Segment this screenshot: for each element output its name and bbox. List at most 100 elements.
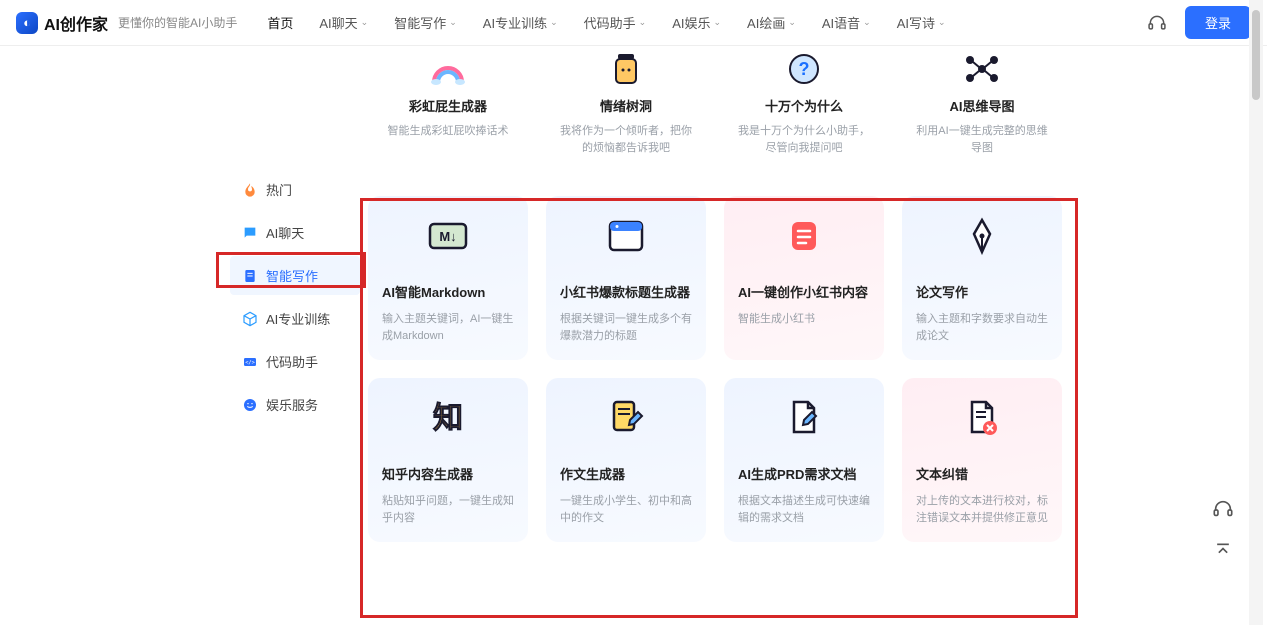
content: 彩虹屁生成器智能生成彩虹屁吹捧话术情绪树洞我将作为一个倾听者，把你的烦恼都告诉我… [368, 46, 1068, 542]
nav-item-3[interactable]: AI专业训练⌄ [483, 13, 558, 32]
doc-icon [242, 268, 258, 284]
top-card-3[interactable]: AI思维导图利用AI一键生成完整的思维导图 [902, 46, 1062, 176]
chat-icon [242, 225, 258, 241]
top-cards-row: 彩虹屁生成器智能生成彩虹屁吹捧话术情绪树洞我将作为一个倾听者，把你的烦恼都告诉我… [368, 46, 1068, 176]
nav-item-label: AI绘画 [747, 13, 785, 32]
card-title: 知乎内容生成器 [382, 464, 514, 483]
header: ◐ AI创作家 更懂你的智能AI小助手 首页AI聊天⌄智能写作⌄AI专业训练⌄代… [0, 0, 1267, 46]
card-desc: 利用AI一键生成完整的思维导图 [912, 123, 1052, 156]
card-title: 十万个为什么 [734, 96, 874, 115]
rainbow-icon [378, 52, 518, 86]
question-icon: ? [734, 52, 874, 86]
nav-item-7[interactable]: AI语音⌄ [822, 13, 871, 32]
logo-icon: ◐ [16, 12, 38, 34]
tool-card-0[interactable]: M↓ AI智能Markdown 输入主题关键词，AI一键生成Markdown [368, 196, 528, 360]
card-title: AI一键创作小红书内容 [738, 282, 870, 301]
card-desc: 对上传的文本进行校对，标注错误文本并提供修正意见 [916, 493, 1048, 526]
card-desc: 智能生成小红书 [738, 311, 870, 328]
card-desc: 我将作为一个倾听者，把你的烦恼都告诉我吧 [556, 123, 696, 156]
tool-card-5[interactable]: 作文生成器一键生成小学生、初中和高中的作文 [546, 378, 706, 542]
nav-item-2[interactable]: 智能写作⌄ [394, 13, 457, 32]
nav-item-1[interactable]: AI聊天 ⌄ [319, 13, 368, 32]
vertical-scrollbar[interactable] [1249, 0, 1263, 625]
sidebar-item-3[interactable]: AI专业训练 [230, 299, 360, 338]
sidebar-item-5[interactable]: 娱乐服务 [230, 385, 360, 424]
nav-item-0[interactable]: 首页 [267, 13, 293, 32]
top-card-0[interactable]: 彩虹屁生成器智能生成彩虹屁吹捧话术 [368, 46, 528, 176]
tool-card-6[interactable]: AI生成PRD需求文档根据文本描述生成可快速编辑的需求文档 [724, 378, 884, 542]
card-desc: 根据文本描述生成可快速编辑的需求文档 [738, 493, 870, 526]
svg-text:?: ? [799, 59, 810, 79]
tool-card-4[interactable]: 知知乎内容生成器粘贴知乎问题，一键生成知乎内容 [368, 378, 528, 542]
sidebar-item-label: 代码助手 [266, 352, 318, 371]
card-title: 作文生成器 [560, 464, 692, 483]
sidebar-item-0[interactable]: 热门 [230, 170, 360, 209]
chevron-down-icon: ⌄ [863, 17, 871, 28]
nav-item-8[interactable]: AI写诗⌄ [897, 13, 946, 32]
chevron-down-icon: ⌄ [788, 17, 796, 28]
nav-item-4[interactable]: 代码助手⌄ [584, 13, 647, 32]
float-buttons [1209, 495, 1237, 565]
jar-icon [556, 52, 696, 86]
card-desc: 输入主题关键词，AI一键生成Markdown [382, 311, 514, 344]
chevron-down-icon: ⌄ [639, 17, 647, 28]
sidebar-item-1[interactable]: AI聊天 [230, 213, 360, 252]
nav-item-label: AI娱乐 [672, 13, 710, 32]
nav-item-label: 首页 [267, 13, 293, 32]
top-card-2[interactable]: ? 十万个为什么我是十万个为什么小助手，尽管向我提问吧 [724, 46, 884, 176]
back-to-top-icon[interactable] [1209, 537, 1237, 565]
nav-item-5[interactable]: AI娱乐⌄ [672, 13, 721, 32]
nav-item-label: AI语音 [822, 13, 860, 32]
sidebar-item-label: AI专业训练 [266, 309, 330, 328]
chevron-down-icon: ⌄ [361, 17, 369, 28]
card-desc: 输入主题和字数要求自动生成论文 [916, 311, 1048, 344]
logo-text: AI创作家 [44, 11, 108, 35]
sidebar-item-4[interactable]: </> 代码助手 [230, 342, 360, 381]
smile-icon [242, 397, 258, 413]
window-icon [560, 214, 692, 258]
support-icon[interactable] [1147, 13, 1167, 33]
code-icon: </> [242, 354, 258, 370]
zhi-icon: 知 [382, 396, 514, 440]
card-title: 情绪树洞 [556, 96, 696, 115]
fire-icon [242, 182, 258, 198]
sidebar-item-label: AI聊天 [266, 223, 304, 242]
sidebar-item-label: 智能写作 [266, 266, 318, 285]
chevron-down-icon: ⌄ [550, 17, 558, 28]
card-title: 文本纠错 [916, 464, 1048, 483]
card-desc: 智能生成彩虹屁吹捧话术 [378, 123, 518, 140]
nav-item-label: AI专业训练 [483, 13, 547, 32]
nav-item-label: AI聊天 [319, 13, 357, 32]
top-card-1[interactable]: 情绪树洞我将作为一个倾听者，把你的烦恼都告诉我吧 [546, 46, 706, 176]
support-float-icon[interactable] [1209, 495, 1237, 523]
card-title: 论文写作 [916, 282, 1048, 301]
nav-item-6[interactable]: AI绘画⌄ [747, 13, 796, 32]
mindmap-icon [912, 52, 1052, 86]
fileerr-icon [916, 396, 1048, 440]
logo[interactable]: ◐ AI创作家 [16, 11, 108, 35]
note-icon [738, 214, 870, 258]
tool-card-1[interactable]: 小红书爆款标题生成器根据关键词一键生成多个有爆款潜力的标题 [546, 196, 706, 360]
nav-item-label: 代码助手 [584, 13, 636, 32]
card-desc: 一键生成小学生、初中和高中的作文 [560, 493, 692, 526]
svg-text:知: 知 [433, 402, 463, 435]
nav-item-label: AI写诗 [897, 13, 935, 32]
docpen-icon [560, 396, 692, 440]
sidebar: 热门 AI聊天智能写作 AI专业训练 </> 代码助手娱乐服务 [230, 170, 360, 428]
svg-text:M↓: M↓ [439, 229, 456, 244]
chevron-down-icon: ⌄ [713, 17, 721, 28]
tool-card-7[interactable]: 文本纠错对上传的文本进行校对，标注错误文本并提供修正意见 [902, 378, 1062, 542]
chevron-down-icon: ⌄ [938, 17, 946, 28]
tool-card-3[interactable]: 论文写作输入主题和字数要求自动生成论文 [902, 196, 1062, 360]
login-button[interactable]: 登录 [1185, 6, 1251, 39]
tool-card-2[interactable]: AI一键创作小红书内容智能生成小红书 [724, 196, 884, 360]
card-desc: 我是十万个为什么小助手，尽管向我提问吧 [734, 123, 874, 156]
top-nav: 首页AI聊天⌄智能写作⌄AI专业训练⌄代码助手⌄AI娱乐⌄AI绘画⌄AI语音⌄A… [267, 13, 1147, 32]
filepen-icon [738, 396, 870, 440]
scrollbar-thumb[interactable] [1252, 10, 1260, 100]
pen-icon [916, 214, 1048, 258]
card-title: 彩虹屁生成器 [378, 96, 518, 115]
card-title: AI智能Markdown [382, 282, 514, 301]
sidebar-item-2[interactable]: 智能写作 [230, 256, 360, 295]
markdown-icon: M↓ [382, 214, 514, 258]
